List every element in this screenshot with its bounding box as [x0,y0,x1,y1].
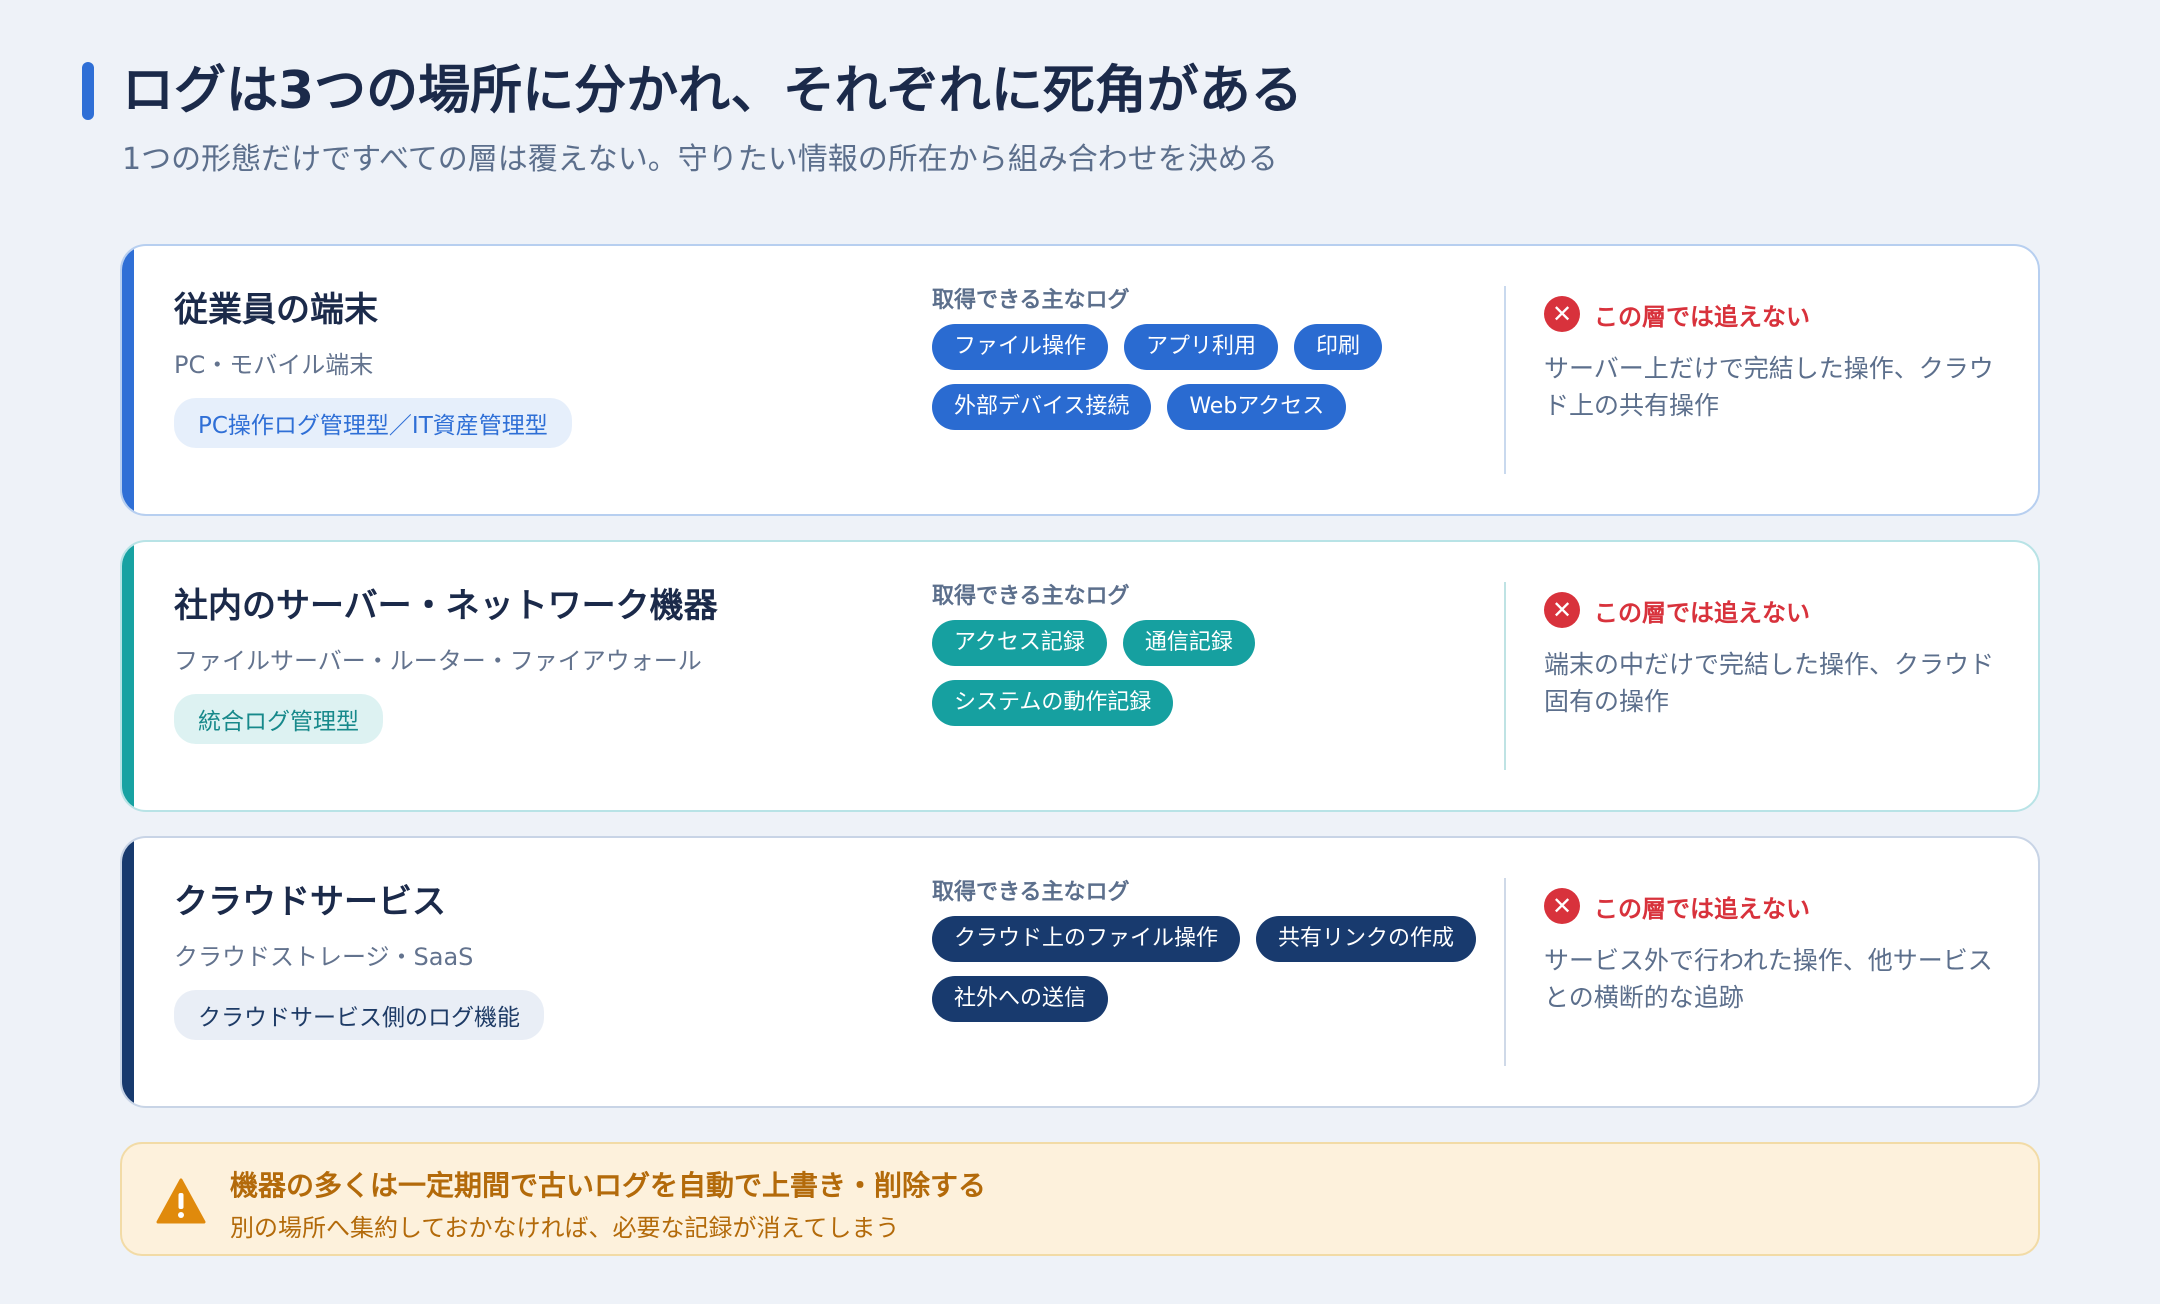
divider [1504,286,1506,474]
header: ログは3つの場所に分かれ、それぞれに死角がある 1つの形態だけですべての層は覆え… [82,58,1303,178]
logs-label: 取得できる主なログ [932,880,1130,905]
log-chip: システムの動作記録 [932,680,1174,726]
log-chips: ファイル操作 アプリ利用 印刷 外部デバイス接続 Webアクセス [932,324,1512,430]
log-chip: 共有リンクの作成 [1256,916,1477,962]
page-title: ログは3つの場所に分かれ、それぞれに死角がある [122,61,1303,121]
log-chip: 通信記録 [1122,620,1255,666]
log-chip: ファイル操作 [932,324,1109,370]
blind-spot-label: この層では追えない [1594,598,1810,627]
close-circle-icon: ✕ [1544,592,1580,628]
layer-card-cloud: クラウドサービス クラウドストレージ・SaaS クラウドサービス側のログ機能 取… [120,836,2040,1108]
divider [1504,582,1506,770]
log-chips: アクセス記録 通信記録 システムの動作記録 [932,620,1512,726]
log-chip: 社外への送信 [932,976,1109,1022]
blind-spot-text: サービス外で行われた操作、他サービスとの横断的な追跡 [1544,946,1993,1012]
card-title: クラウドサービス [174,882,446,922]
log-chip: アプリ利用 [1124,324,1279,370]
notice-title: 機器の多くは一定期間で古いログを自動で上書き・削除する [230,1169,987,1202]
blind-spot-text: 端末の中だけで完結した操作、クラウド固有の操作 [1544,650,1995,716]
divider [1504,878,1506,1066]
page-subtitle: 1つの形態だけですべての層は覆えない。守りたい情報の所在から組み合わせを決める [122,142,1278,177]
warning-icon [156,1178,206,1224]
notice-text: 別の場所へ集約しておかなければ、必要な記録が消えてしまう [230,1214,900,1242]
blind-spot-label: この層では追えない [1594,302,1810,331]
notice-banner: 機器の多くは一定期間で古いログを自動で上書き・削除する 別の場所へ集約しておかな… [120,1142,2040,1256]
blind-spot-text: サーバー上だけで完結した操作、クラウド上の共有操作 [1544,354,1994,420]
close-circle-icon: ✕ [1544,888,1580,924]
log-chip: アクセス記録 [932,620,1107,666]
card-accent-bar [122,838,134,1106]
close-circle-icon: ✕ [1544,296,1580,332]
log-chips: クラウド上のファイル操作 共有リンクの作成 社外への送信 [932,916,1512,1022]
card-subtitle: ファイルサーバー・ルーター・ファイアウォール [174,647,702,675]
log-chip: 外部デバイス接続 [932,384,1152,430]
title-accent-bar [82,62,94,120]
log-chip: Webアクセス [1167,384,1347,430]
logs-label: 取得できる主なログ [932,288,1130,313]
card-title: 従業員の端末 [174,290,378,330]
log-chip: クラウド上のファイル操作 [932,916,1241,962]
layer-card-server-network: 社内のサーバー・ネットワーク機器 ファイルサーバー・ルーター・ファイアウォール … [120,540,2040,812]
card-subtitle: クラウドストレージ・SaaS [174,943,474,971]
logs-label: 取得できる主なログ [932,584,1130,609]
card-subtitle: PC・モバイル端末 [174,351,374,379]
type-tag: クラウドサービス側のログ機能 [174,990,544,1040]
card-title: 社内のサーバー・ネットワーク機器 [174,586,718,626]
type-tag: PC操作ログ管理型／IT資産管理型 [174,398,572,448]
card-accent-bar [122,542,134,810]
layer-card-endpoint: 従業員の端末 PC・モバイル端末 PC操作ログ管理型／IT資産管理型 取得できる… [120,244,2040,516]
log-chip: 印刷 [1294,324,1383,370]
card-accent-bar [122,246,134,514]
blind-spot-label: この層では追えない [1594,894,1810,923]
type-tag: 統合ログ管理型 [174,694,383,744]
